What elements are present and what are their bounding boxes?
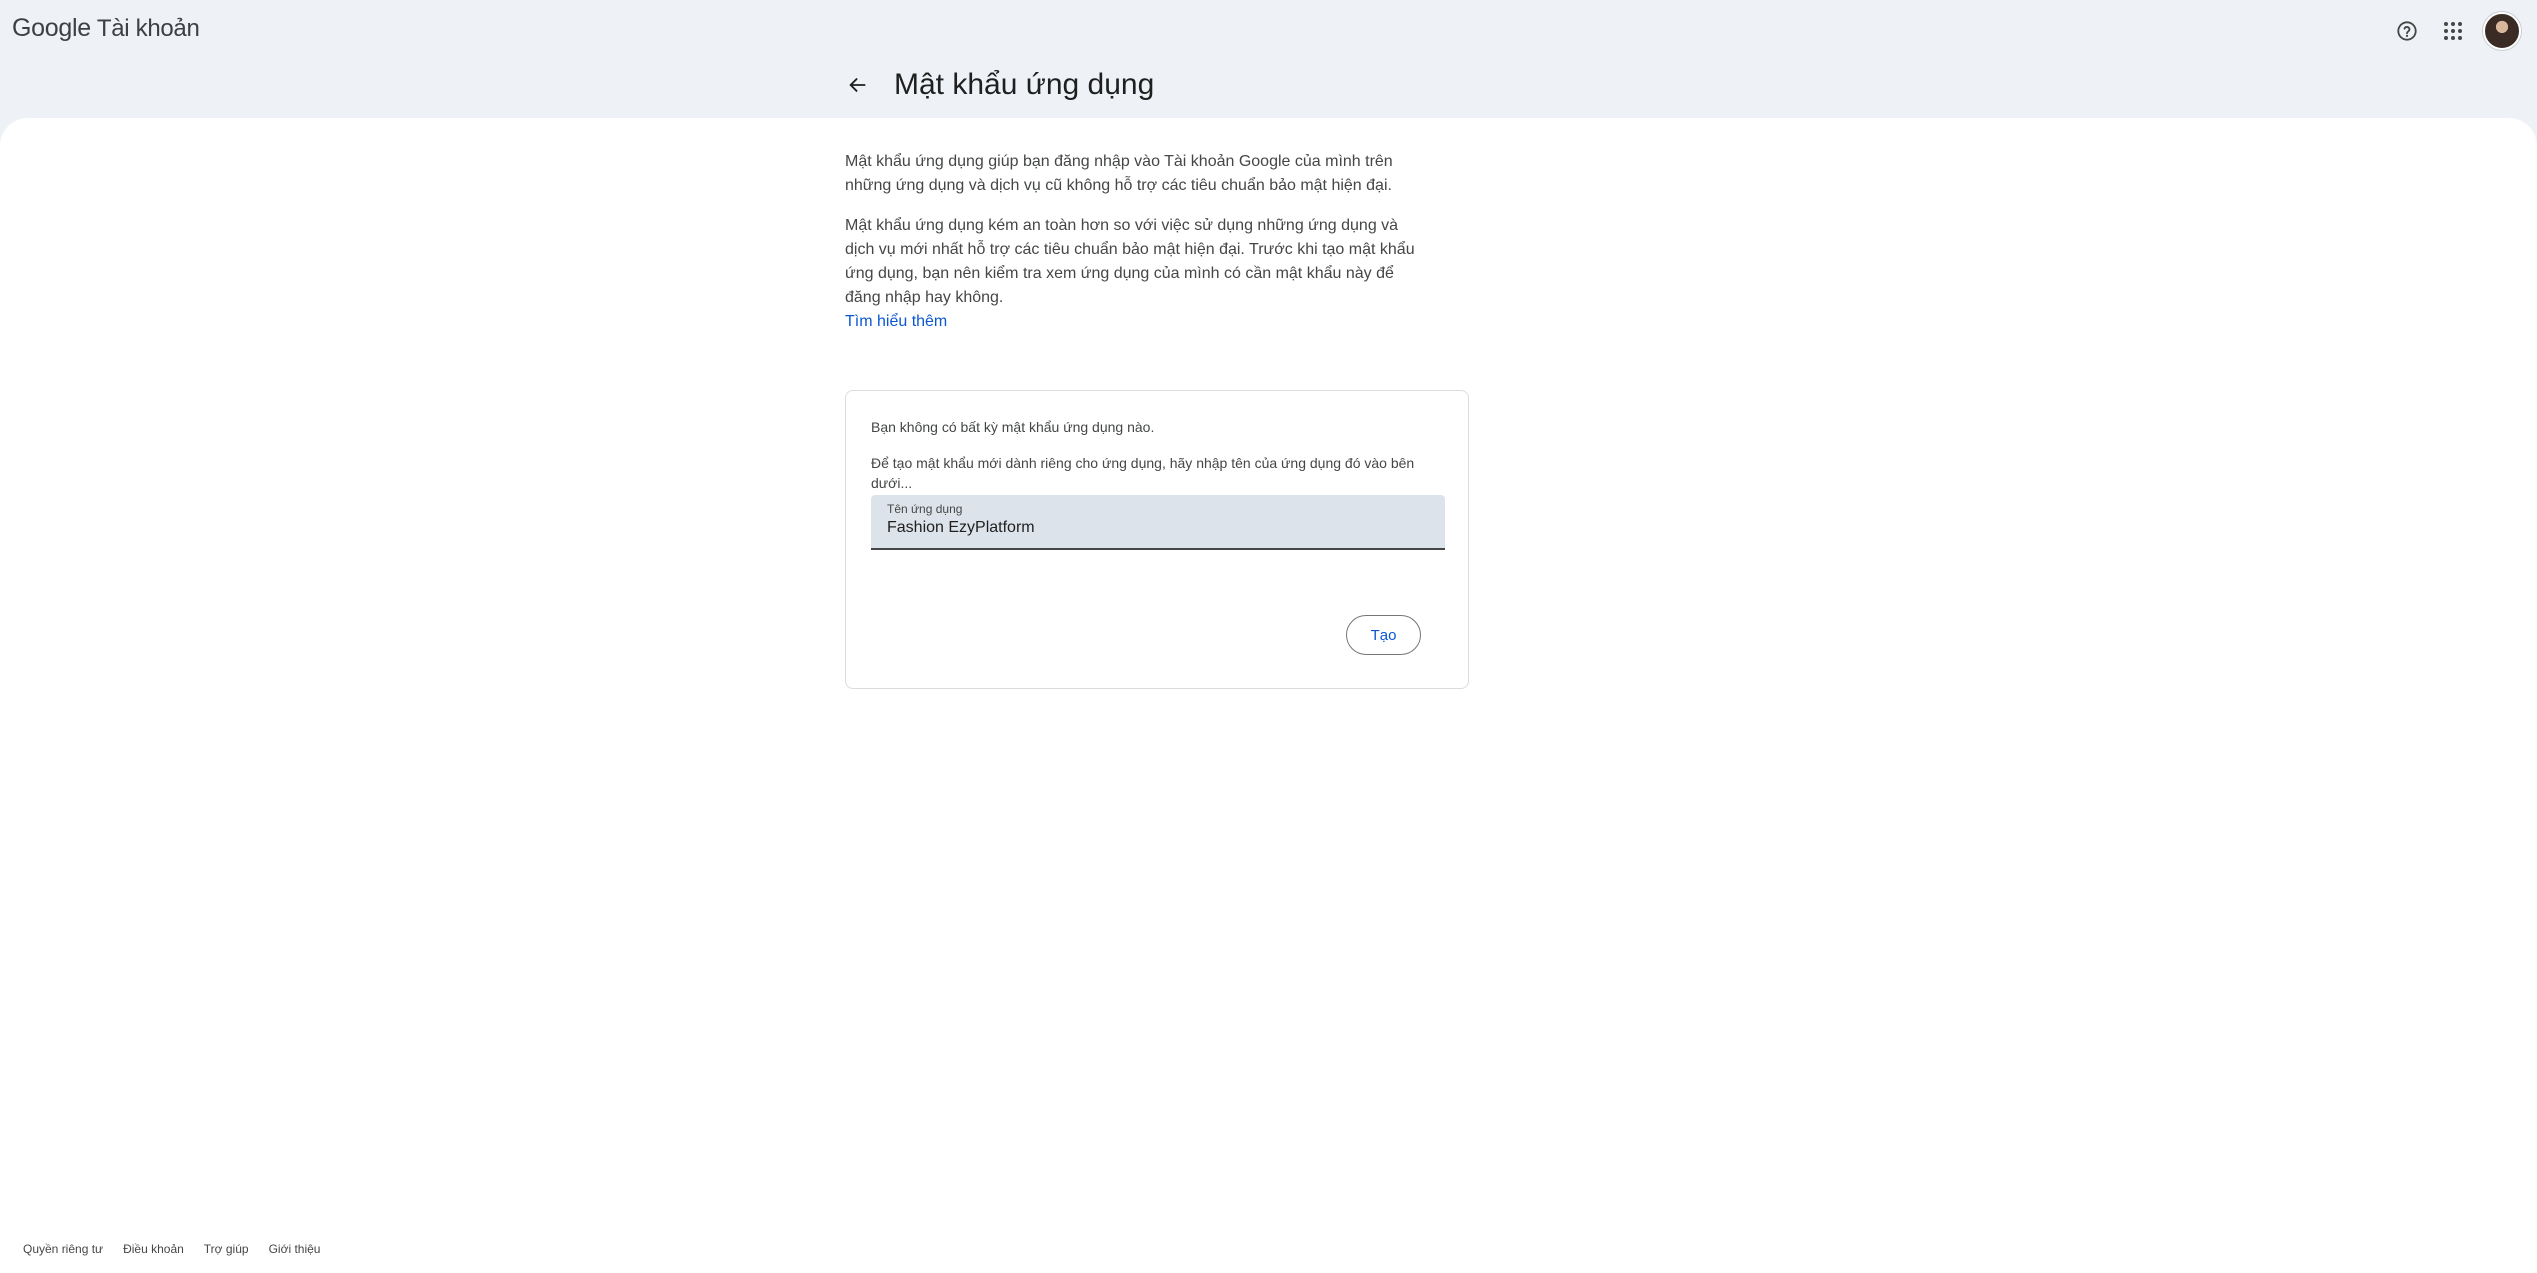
page-title: Mật khẩu ứng dụng [894, 68, 1155, 101]
app-password-card: Bạn không có bất kỳ mật khẩu ứng dụng nà… [845, 390, 1469, 689]
logo-brand: Google [12, 14, 91, 42]
footer: Quyền riêng tư Điều khoản Trợ giúp Giới … [23, 1242, 320, 1256]
create-button[interactable]: Tạo [1346, 615, 1421, 655]
footer-about-link[interactable]: Giới thiệu [269, 1242, 321, 1256]
app-name-field[interactable]: Tên ứng dụng [871, 495, 1445, 550]
app-name-label: Tên ứng dụng [887, 502, 963, 516]
footer-terms-link[interactable]: Điều khoản [123, 1242, 184, 1256]
logo-product: Tài khoản [96, 15, 200, 42]
top-icons [2391, 12, 2521, 50]
google-account-logo[interactable]: Google Tài khoản [12, 14, 200, 43]
create-instructions-text: Để tạo mật khẩu mới dành riêng cho ứng d… [871, 455, 1415, 491]
intro-paragraph-2: Mật khẩu ứng dụng kém an toàn hơn so với… [845, 217, 1415, 306]
learn-more-link[interactable]: Tìm hiểu thêm [845, 310, 947, 334]
top-bar: Google Tài khoản [0, 0, 2537, 118]
no-passwords-text: Bạn không có bất kỳ mật khẩu ứng dụng nà… [871, 419, 1155, 435]
page-header: Mật khẩu ứng dụng [842, 68, 1154, 102]
footer-privacy-link[interactable]: Quyền riêng tư [23, 1242, 103, 1256]
arrow-back-icon[interactable] [842, 69, 874, 101]
intro-section: Mật khẩu ứng dụng giúp bạn đăng nhập vào… [845, 150, 1475, 334]
avatar[interactable] [2483, 12, 2521, 50]
intro-paragraph-1: Mật khẩu ứng dụng giúp bạn đăng nhập vào… [845, 153, 1393, 194]
app-name-input[interactable] [887, 519, 1427, 537]
help-icon[interactable] [2391, 15, 2423, 47]
footer-help-link[interactable]: Trợ giúp [204, 1242, 249, 1256]
apps-grid-icon[interactable] [2437, 15, 2469, 47]
